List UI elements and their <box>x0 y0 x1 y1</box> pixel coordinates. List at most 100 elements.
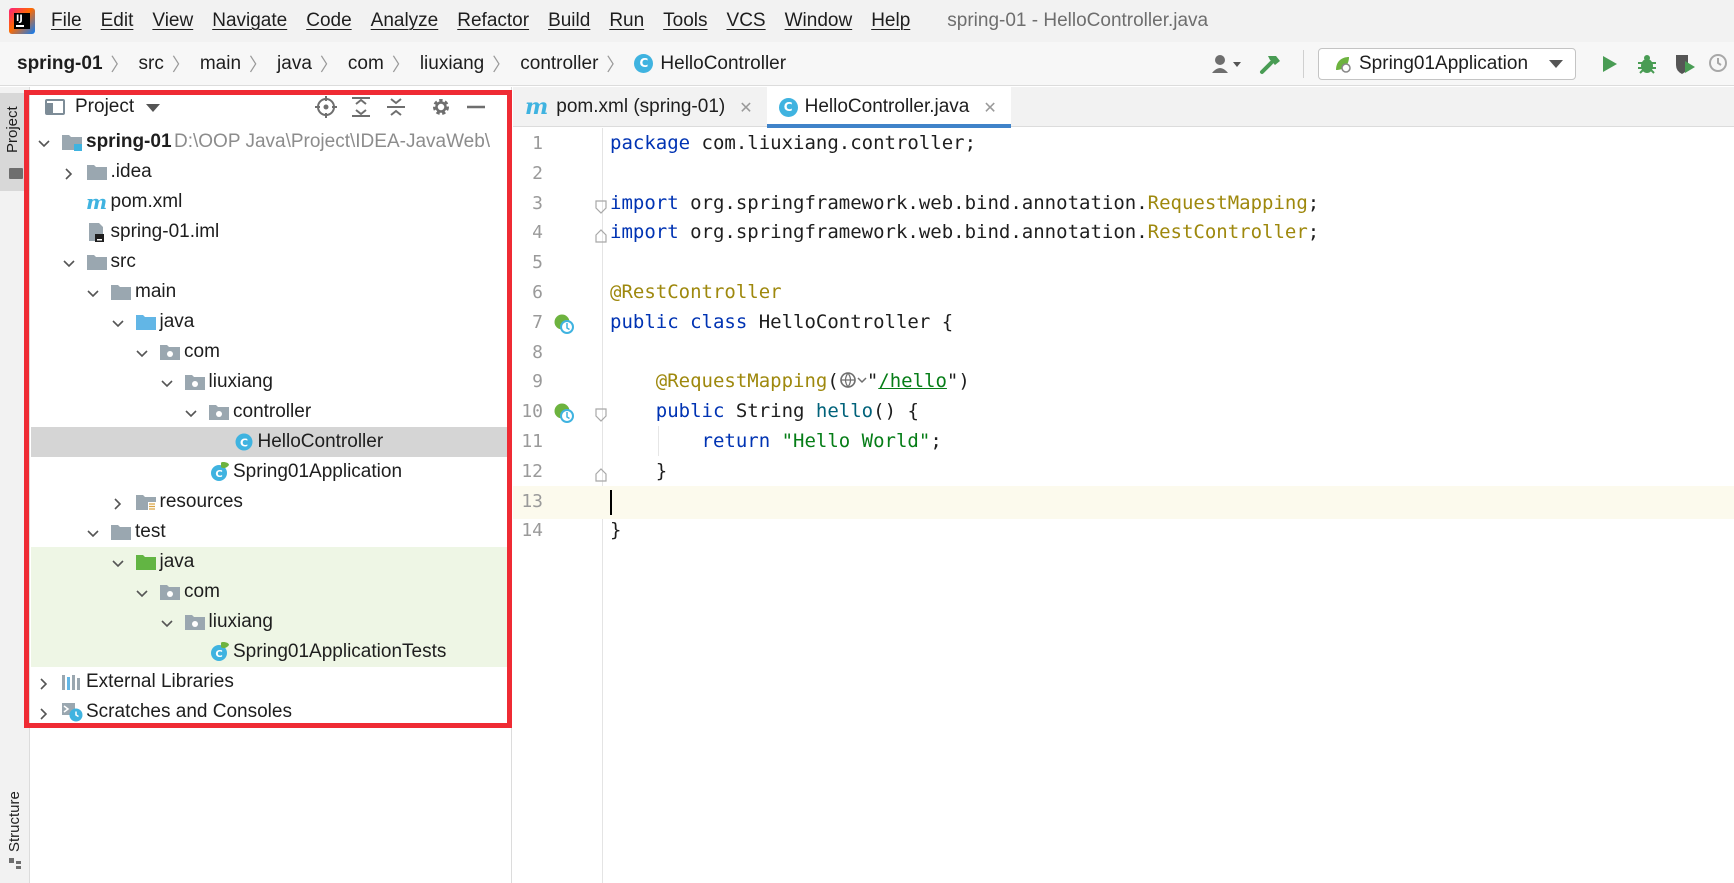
tree-item-spring-01[interactable]: spring-01 D:\OOP Java\Project\IDEA-JavaWe… <box>31 127 512 157</box>
chevron-right-icon[interactable] <box>62 165 76 180</box>
menu-code[interactable]: Code <box>306 10 351 32</box>
breadcrumb-item-java[interactable]: java <box>277 53 312 75</box>
chevron-right-icon[interactable] <box>37 675 51 690</box>
menu-analyze[interactable]: Analyze <box>371 10 439 32</box>
chevron-down-icon[interactable] <box>184 405 198 419</box>
line-number[interactable]: 3 <box>513 193 543 214</box>
line-number[interactable]: 11 <box>513 431 543 452</box>
menu-tools[interactable]: Tools <box>663 10 707 32</box>
chevron-down-icon[interactable] <box>146 104 161 112</box>
run-configuration-dropdown[interactable]: Spring01Application <box>1318 48 1576 80</box>
run-button[interactable] <box>1590 48 1628 80</box>
code-line[interactable]: 11 return "Hello World"; <box>513 426 1734 459</box>
code-line[interactable]: 2 <box>513 158 1734 191</box>
menu-refactor[interactable]: Refactor <box>457 10 529 32</box>
line-number[interactable]: 6 <box>513 282 543 303</box>
menu-vcs[interactable]: VCS <box>727 10 766 32</box>
menu-run[interactable]: Run <box>609 10 644 32</box>
code-line[interactable]: 9 @RequestMapping("/hello") <box>513 366 1734 399</box>
locate-file-button[interactable] <box>314 95 338 119</box>
line-number[interactable]: 2 <box>513 163 543 184</box>
project-tool-window-button[interactable]: Project <box>0 93 30 191</box>
breadcrumb-item-controller[interactable]: controller <box>520 53 598 75</box>
fold-marker-icon[interactable] <box>595 406 607 423</box>
menu-file[interactable]: File <box>51 10 82 32</box>
line-number[interactable]: 9 <box>513 371 543 392</box>
line-number[interactable]: 10 <box>513 401 543 422</box>
structure-tool-window-button[interactable]: Structure <box>6 791 23 852</box>
code-editor[interactable]: 1 package com.liuxiang.controller; 2 3 impor… <box>513 128 1734 883</box>
tree-item-scratches-and-consoles[interactable]: Scratches and Consoles <box>31 697 512 727</box>
tree-item-spring01application[interactable]: C Spring01Application <box>31 457 512 487</box>
tree-item-hellocontroller[interactable]: C HelloController <box>31 427 512 457</box>
menu-help[interactable]: Help <box>871 10 910 32</box>
tab-pom-xml[interactable]: m pom.xml (spring-01) ✕ <box>513 87 767 127</box>
code-line[interactable]: 3 import org.springframework.web.bind.ann… <box>513 188 1734 221</box>
tree-item-com[interactable]: com <box>31 577 512 607</box>
code-line[interactable]: 14} <box>513 515 1734 548</box>
breadcrumb-item-liuxiang[interactable]: liuxiang <box>420 53 484 75</box>
line-number[interactable]: 5 <box>513 252 543 273</box>
chevron-down-icon[interactable] <box>160 615 174 629</box>
tree-item-controller[interactable]: controller <box>31 397 512 427</box>
chevron-down-icon[interactable] <box>86 525 100 539</box>
tree-item-src[interactable]: src <box>31 247 512 277</box>
chevron-right-icon[interactable] <box>37 705 51 720</box>
tab-hellocontroller-java[interactable]: C HelloController.java ✕ <box>766 87 1011 128</box>
build-hammer-icon[interactable] <box>1255 49 1285 79</box>
tree-item-liuxiang[interactable]: liuxiang <box>31 607 512 637</box>
tree-item-spring01applicationtests[interactable]: C Spring01ApplicationTests <box>31 637 512 667</box>
chevron-down-icon[interactable] <box>62 255 76 269</box>
code-line[interactable]: 10 public String hello() { <box>513 396 1734 429</box>
globe-endpoint-icon[interactable] <box>839 370 867 390</box>
profile-button[interactable] <box>1704 48 1734 80</box>
fold-marker-icon[interactable] <box>595 227 607 243</box>
menu-view[interactable]: View <box>152 10 193 32</box>
chevron-right-icon[interactable] <box>111 495 125 510</box>
chevron-down-icon[interactable] <box>135 585 149 599</box>
close-icon[interactable]: ✕ <box>983 98 996 117</box>
tree-item-test[interactable]: test <box>31 517 512 547</box>
menu-edit[interactable]: Edit <box>101 10 134 32</box>
tree-item-liuxiang[interactable]: liuxiang <box>31 367 512 397</box>
close-icon[interactable]: ✕ <box>739 98 752 117</box>
chevron-down-icon[interactable] <box>135 345 149 359</box>
code-line[interactable]: 4 import org.springframework.web.bind.ann… <box>513 217 1734 250</box>
tree-item-java[interactable]: java <box>31 547 512 577</box>
breadcrumb-item-com[interactable]: com <box>348 53 384 75</box>
chevron-down-icon[interactable] <box>86 285 100 299</box>
tree-item-spring-01-iml[interactable]: spring-01.iml <box>31 217 512 247</box>
line-number[interactable]: 8 <box>513 342 543 363</box>
tree-item-java[interactable]: java <box>31 307 512 337</box>
fold-marker-icon[interactable] <box>595 198 607 214</box>
breadcrumb-item-hellocontroller[interactable]: HelloController <box>660 53 786 75</box>
line-number[interactable]: 13 <box>513 491 543 512</box>
line-number[interactable]: 12 <box>513 461 543 482</box>
tree-item-external-libraries[interactable]: External Libraries <box>31 667 512 697</box>
breadcrumb-item-project[interactable]: spring-01 <box>17 53 103 75</box>
chevron-down-icon[interactable] <box>37 135 51 149</box>
code-line[interactable]: 1 package com.liuxiang.controller; <box>513 128 1734 161</box>
run-with-coverage-button[interactable] <box>1666 48 1704 80</box>
menu-build[interactable]: Build <box>548 10 590 32</box>
code-line[interactable]: 8 <box>513 337 1734 370</box>
breadcrumb-item-src[interactable]: src <box>139 53 164 75</box>
line-number[interactable]: 7 <box>513 312 543 333</box>
code-line[interactable]: 13 <box>513 485 1734 519</box>
collapse-all-button[interactable] <box>384 95 408 119</box>
menu-window[interactable]: Window <box>785 10 853 32</box>
fold-marker-icon[interactable] <box>595 466 607 482</box>
code-line[interactable]: 7 public class HelloController { <box>513 307 1734 340</box>
line-number[interactable]: 4 <box>513 222 543 243</box>
project-panel-title[interactable]: Project <box>75 96 134 118</box>
tree-item-idea[interactable]: .idea <box>31 157 512 187</box>
project-settings-button[interactable] <box>429 95 453 119</box>
expand-all-button[interactable] <box>349 95 373 119</box>
tree-item-com[interactable]: com <box>31 337 512 367</box>
chevron-down-icon[interactable] <box>160 375 174 389</box>
line-number[interactable]: 14 <box>513 520 543 541</box>
code-line[interactable]: 6 @RestController <box>513 277 1734 310</box>
tree-item-resources[interactable]: resources <box>31 487 512 517</box>
hide-panel-button[interactable] <box>464 95 488 119</box>
debug-button[interactable] <box>1628 48 1666 80</box>
